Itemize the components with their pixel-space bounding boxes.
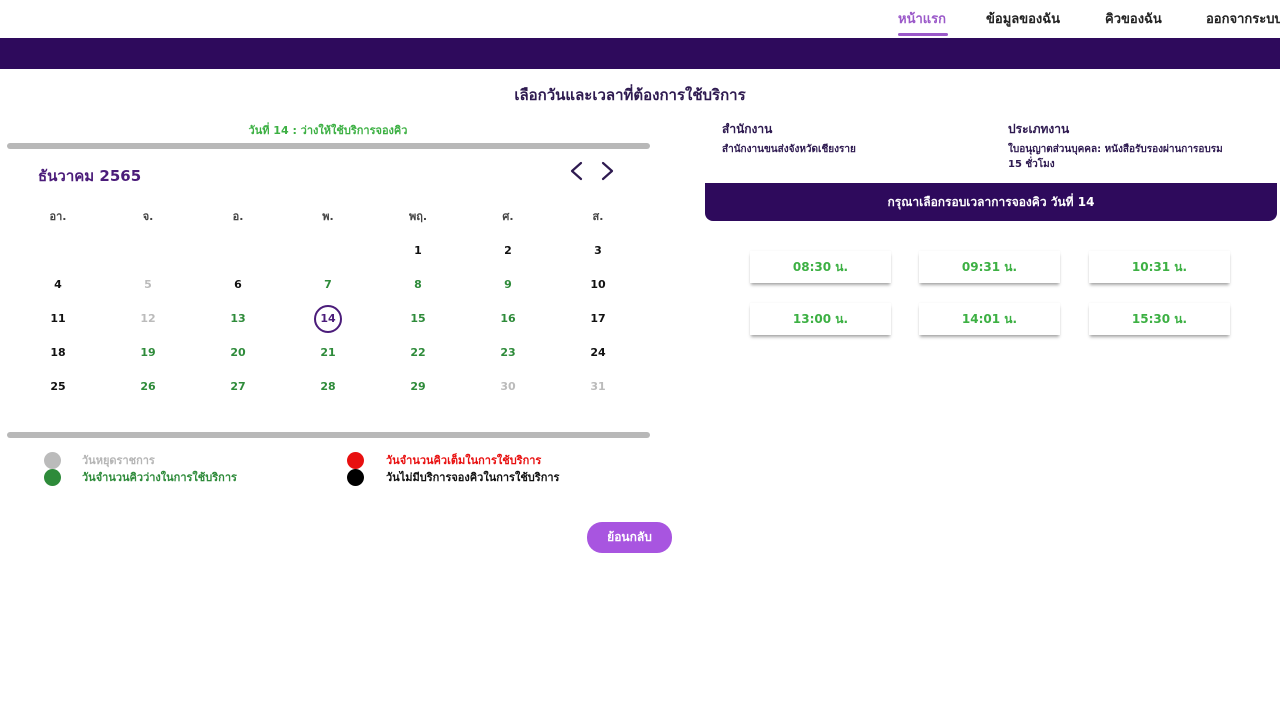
calendar-day[interactable]: 16	[463, 302, 553, 336]
time-slot-button[interactable]: 15:30 น.	[1089, 303, 1230, 335]
weekday-label: จ.	[142, 210, 154, 223]
calendar-day[interactable]: 10	[553, 268, 643, 302]
calendar-grid: อา. จ. อ. พ. พฤ. ศ. ส. 1 2 3 4 5 6 7 8 9 10 11 12 13 14 15 16…	[13, 200, 643, 404]
calendar-week-row: 4 5 6 7 8 9 10	[13, 268, 643, 302]
calendar-month-title: ธันวาคม 2565	[38, 167, 142, 185]
legend-full-label: วันจำนวนคิวเต็มในการใช้บริการ	[386, 454, 542, 467]
calendar-day[interactable]: 24	[553, 336, 643, 370]
weekday-label: ศ.	[502, 210, 514, 223]
weekday-label: อ.	[232, 210, 244, 223]
calendar-day[interactable]: 29	[373, 370, 463, 404]
service-type-label: ประเภทงาน	[1008, 122, 1070, 136]
calendar-day[interactable]: 8	[373, 268, 463, 302]
calendar-weekday-header: อา. จ. อ. พ. พฤ. ศ. ส.	[13, 200, 643, 234]
legend-available: วันจำนวนคิวว่างในการใช้บริการ	[44, 468, 237, 486]
calendar-day: 12	[140, 312, 156, 325]
calendar-day[interactable]: 3	[553, 234, 643, 268]
time-slot-button[interactable]: 14:01 น.	[919, 303, 1060, 335]
calendar-day[interactable]: 17	[553, 302, 643, 336]
nav-active-underline	[898, 33, 948, 36]
weekday-label: ส.	[592, 210, 604, 223]
calendar-empty-cell	[283, 234, 373, 268]
calendar-day[interactable]: 25	[13, 370, 103, 404]
weekday-label: พฤ.	[408, 210, 428, 223]
calendar-day-selected[interactable]: 14	[283, 302, 373, 336]
service-type-value: ใบอนุญาตส่วนบุคคล: หนังสือรับรองผ่านการอ…	[1008, 142, 1223, 172]
legend-available-label: วันจำนวนคิวว่างในการใช้บริการ	[82, 471, 237, 484]
nav-logout[interactable]: ออกจากระบบ	[1206, 8, 1280, 29]
chevron-right-icon	[601, 161, 614, 181]
calendar-day[interactable]: 2	[463, 234, 553, 268]
calendar-day[interactable]: 20	[193, 336, 283, 370]
back-button[interactable]: ย้อนกลับ	[587, 522, 672, 553]
legend-holiday: วันหยุดราชการ	[44, 451, 155, 469]
calendar-week-row: 25 26 27 28 29 30 31	[13, 370, 643, 404]
calendar-empty-cell	[103, 234, 193, 268]
legend-no-service: วันไม่มีบริการจองคิวในการใช้บริการ	[347, 468, 559, 486]
calendar-week-row: 11 12 13 14 15 16 17	[13, 302, 643, 336]
weekday-label: พ.	[322, 210, 334, 223]
calendar-day[interactable]: 11	[13, 302, 103, 336]
calendar-empty-cell	[13, 234, 103, 268]
availability-note: วันที่ 14 : ว่างให้ใช้บริการจองคิว	[248, 124, 408, 137]
legend-no-service-label: วันไม่มีบริการจองคิวในการใช้บริการ	[386, 471, 560, 484]
calendar-day[interactable]: 21	[283, 336, 373, 370]
next-month-button[interactable]	[596, 158, 618, 184]
calendar-day[interactable]: 18	[13, 336, 103, 370]
calendar-day[interactable]: 4	[13, 268, 103, 302]
divider-bottom	[7, 432, 650, 438]
calendar-day[interactable]: 22	[373, 336, 463, 370]
calendar-empty-cell	[193, 234, 283, 268]
time-slot-button[interactable]: 08:30 น.	[750, 251, 891, 283]
nav-my-info[interactable]: ข้อมูลของฉัน	[986, 8, 1060, 29]
calendar-day[interactable]: 7	[283, 268, 373, 302]
legend-full: วันจำนวนคิวเต็มในการใช้บริการ	[347, 451, 541, 469]
service-type-line-1: ใบอนุญาตส่วนบุคคล: หนังสือรับรองผ่านการอ…	[1008, 144, 1223, 155]
calendar-week-row: 123	[13, 234, 643, 268]
calendar-day[interactable]: 28	[283, 370, 373, 404]
selected-day-ring: 14	[314, 305, 342, 333]
calendar-day[interactable]: 19	[103, 336, 193, 370]
prev-month-button[interactable]	[566, 158, 588, 184]
calendar-day[interactable]: 1	[373, 234, 463, 268]
green-dot-icon	[44, 468, 61, 486]
gray-dot-icon	[44, 451, 61, 469]
time-slot-button[interactable]: 09:31 น.	[919, 251, 1060, 283]
chevron-left-icon	[570, 161, 583, 181]
divider-top	[7, 143, 650, 149]
time-slot-header: กรุณาเลือกรอบเวลาการจองคิว วันที่ 14	[705, 183, 1277, 221]
calendar-week-row: 18 19 20 21 22 23 24	[13, 336, 643, 370]
calendar-day[interactable]: 13	[193, 302, 283, 336]
service-type-line-2: 15 ชั่วโมง	[1008, 159, 1055, 170]
top-nav: หน้าแรก ข้อมูลของฉัน คิวของฉัน ออกจากระบ…	[0, 0, 1280, 38]
red-dot-icon	[347, 451, 364, 469]
office-value: สำนักงานขนส่งจังหวัดเชียงราย	[722, 144, 856, 155]
time-slot-button[interactable]: 10:31 น.	[1089, 251, 1230, 283]
calendar-day[interactable]: 9	[463, 268, 553, 302]
office-label: สำนักงาน	[722, 122, 773, 136]
time-slot-button[interactable]: 13:00 น.	[750, 303, 891, 335]
calendar-day: 31	[590, 380, 606, 393]
calendar-day[interactable]: 26	[103, 370, 193, 404]
calendar-day[interactable]: 15	[373, 302, 463, 336]
page-title: เลือกวันและเวลาที่ต้องการใช้บริการ	[514, 86, 746, 104]
calendar-day[interactable]: 23	[463, 336, 553, 370]
weekday-label: อา.	[49, 210, 67, 223]
header-banner	[0, 38, 1280, 69]
nav-my-queue[interactable]: คิวของฉัน	[1105, 8, 1162, 29]
calendar-day: 30	[500, 380, 516, 393]
legend-holiday-label: วันหยุดราชการ	[82, 454, 155, 467]
calendar-day[interactable]: 27	[193, 370, 283, 404]
black-dot-icon	[347, 468, 364, 486]
calendar-day: 5	[144, 278, 152, 291]
calendar-day[interactable]: 6	[193, 268, 283, 302]
nav-home[interactable]: หน้าแรก	[898, 8, 946, 29]
